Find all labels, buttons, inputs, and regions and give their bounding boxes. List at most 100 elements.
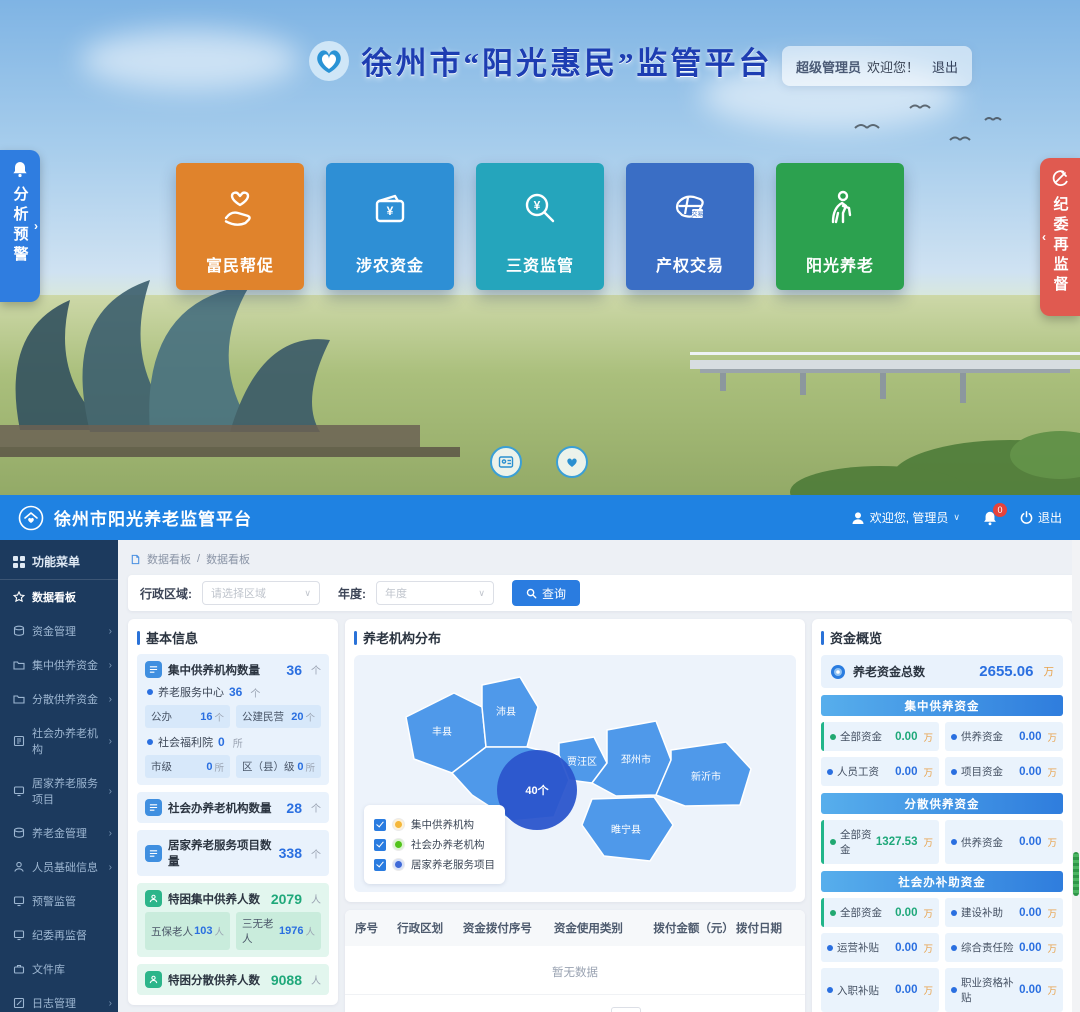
yellow-dot-icon: [393, 819, 404, 830]
dashboard-title: 徐州市阳光养老监管平台: [54, 505, 252, 530]
coins-icon: [13, 625, 25, 637]
chevron-right-icon: ›: [109, 660, 112, 671]
heart-hands-float-button[interactable]: [556, 446, 588, 478]
col-header: 序号: [355, 920, 397, 936]
table-header-row: 序号 行政区划 资金拨付序号 资金使用类别 拨付金额（元） 拨付日期: [345, 910, 805, 946]
centralized-support-count-card: 特困集中供养人数 2079 人 五保老人 103 人 三无老人: [137, 883, 329, 957]
map-legend: 集中供养机构 社会办养老机构 居家养老服务项目: [364, 805, 505, 884]
tile-label: 富民帮促: [206, 252, 274, 276]
dot-icon: [951, 987, 957, 993]
green-dot-icon: [393, 839, 404, 850]
chevron-right-icon: ›: [109, 626, 112, 637]
sidebar-item-centralized-funds[interactable]: 集中供养资金 ›: [0, 648, 118, 682]
discipline-supervision-tab[interactable]: 纪委再监督 ‹: [1040, 158, 1080, 316]
year-select[interactable]: 年度 ∨: [376, 581, 494, 605]
blocks-trade-icon: 交易: [666, 185, 714, 233]
chevron-right-icon: ›: [109, 786, 112, 797]
logout-button[interactable]: 退出: [1020, 509, 1062, 526]
legend-home-care[interactable]: 居家养老服务项目: [374, 857, 495, 872]
sidebar-item-decentralized-funds[interactable]: 分散供养资金 ›: [0, 682, 118, 716]
sidebar-item-dashboard[interactable]: 数据看板: [0, 580, 118, 614]
fund-stat-cell: 供养资金0.00万: [945, 820, 1063, 864]
welcome-text: 欢迎您, 管理员: [870, 509, 949, 526]
district-label: 贾汪区: [567, 756, 597, 768]
chevron-down-icon: ∨: [304, 588, 311, 599]
tile-shenong-zijin[interactable]: ¥ 涉农资金: [326, 163, 454, 290]
col-header: 行政区划: [397, 920, 463, 936]
sidebar-item-file-library[interactable]: 文件库: [0, 952, 118, 986]
sidebar-menu-header: 功能菜单: [0, 544, 118, 580]
svg-text:¥: ¥: [387, 204, 394, 218]
institution-map-panel: 养老机构分布: [345, 619, 805, 902]
sidebar-item-fund-mgmt[interactable]: 资金管理 ›: [0, 614, 118, 648]
monitor-icon: [13, 929, 25, 941]
wallet-yuan-icon: ¥: [366, 185, 414, 233]
hand-heart-icon: [216, 185, 264, 233]
person-icon: [13, 861, 25, 873]
bullet-dot: [147, 689, 153, 695]
fund-stat-cell: 运营补贴0.00万: [821, 933, 939, 962]
sidebar-item-home-care-projects[interactable]: 居家养老服务项目 ›: [0, 766, 118, 816]
centralized-institutions-card: 集中供养机构数量 36 个 养老服务中心 36 个 公办: [137, 654, 329, 785]
xuzhou-district-map[interactable]: 丰县 沛县 贾汪区 邳州市 新沂市 睢宁县 40个: [354, 655, 796, 892]
wubao-elderly-chip: 五保老人 103 人: [145, 912, 230, 950]
party-emblem-icon: [1050, 168, 1070, 188]
city-level-chip: 市级 0 所: [145, 755, 230, 778]
tile-label: 产权交易: [656, 252, 724, 276]
breadcrumb-current: 数据看板: [206, 551, 250, 567]
legend-centralized[interactable]: 集中供养机构: [374, 817, 495, 832]
monitor-icon: [13, 785, 25, 797]
dot-icon: [827, 945, 833, 951]
hero-logout-button[interactable]: 退出: [932, 57, 958, 76]
sidebar-item-warning-supervision[interactable]: 预警监管: [0, 884, 118, 918]
coins-icon: [13, 827, 25, 839]
monitor-icon: [13, 895, 25, 907]
sidebar-item-private-institutions[interactable]: 社会办养老机构 ›: [0, 716, 118, 766]
public-built-chip: 公建民营 20 个: [236, 705, 321, 728]
notifications-button[interactable]: 0: [982, 510, 998, 526]
public-run-chip: 公办 16 个: [145, 705, 230, 728]
svg-text:¥: ¥: [534, 199, 541, 213]
checkbox-checked-icon[interactable]: [374, 859, 386, 871]
tile-chanquan-jiaoyi[interactable]: 交易 产权交易: [626, 163, 754, 290]
person-badge-icon: [145, 971, 162, 988]
doc-badge-icon: [145, 661, 162, 678]
pagination-goto-input[interactable]: [611, 1007, 641, 1012]
filter-bar: 行政区域: 请选择区域 ∨ 年度: 年度 ∨ 查询: [128, 575, 1076, 611]
tile-fumin-bangcu[interactable]: 富民帮促: [176, 163, 304, 290]
year-select-placeholder: 年度: [385, 585, 407, 601]
chevron-right-icon: ›: [109, 862, 112, 873]
checkbox-checked-icon[interactable]: [374, 819, 386, 831]
map-panel-title: 养老机构分布: [354, 628, 796, 647]
tile-sanzi-jianguan[interactable]: ¥ 三资监管: [476, 163, 604, 290]
folder-icon: [13, 659, 25, 671]
hero-welcome-text: 欢迎您！: [867, 57, 919, 76]
region-select[interactable]: 请选择区域 ∨: [202, 581, 320, 605]
hero-user-box: 超级管理员 欢迎您！ 退出: [782, 46, 972, 86]
hero-logo-icon: [308, 40, 350, 82]
basic-info-panel: 基本信息 集中供养机构数量 36 个 养老服务中心 36 个: [128, 619, 338, 1005]
decentralized-support-count-card: 特困分散供养人数 9088 人: [137, 964, 329, 995]
chevron-right-icon: ›: [109, 998, 112, 1009]
col-header: 资金使用类别: [554, 920, 653, 936]
sidebar-item-discipline-supervision[interactable]: 纪委再监督: [0, 918, 118, 952]
scrollbar-thumb[interactable]: [1073, 852, 1079, 896]
chevron-down-icon: ∨: [953, 512, 960, 523]
checkbox-checked-icon[interactable]: [374, 839, 386, 851]
fund-stat-cell: 职业资格补贴0.00万: [945, 968, 1063, 1012]
user-menu[interactable]: 欢迎您, 管理员 ∨: [851, 509, 960, 526]
sidebar-item-personnel-info[interactable]: 人员基础信息 ›: [0, 850, 118, 884]
analysis-warning-tab[interactable]: 分析预警 ›: [0, 150, 40, 302]
search-button[interactable]: 查询: [512, 580, 580, 606]
id-card-float-button[interactable]: [490, 446, 522, 478]
sidebar-item-log-mgmt[interactable]: 日志管理 ›: [0, 986, 118, 1012]
legend-private[interactable]: 社会办养老机构: [374, 837, 495, 852]
scrollbar-track[interactable]: [1072, 540, 1080, 1012]
sidebar-item-pension-mgmt[interactable]: 养老金管理 ›: [0, 816, 118, 850]
tile-yangguang-yanglao[interactable]: 阳光养老: [776, 163, 904, 290]
breadcrumb-root[interactable]: 数据看板: [147, 551, 191, 567]
tile-label: 涉农资金: [356, 252, 424, 276]
hero-banner: 徐州市“阳光惠民”监管平台 超级管理员 欢迎您！ 退出 分析预警 › 纪委再监督…: [0, 0, 1080, 495]
person-badge-icon: [145, 890, 162, 907]
hero-title: 徐州市“阳光惠民”监管平台: [362, 38, 773, 83]
